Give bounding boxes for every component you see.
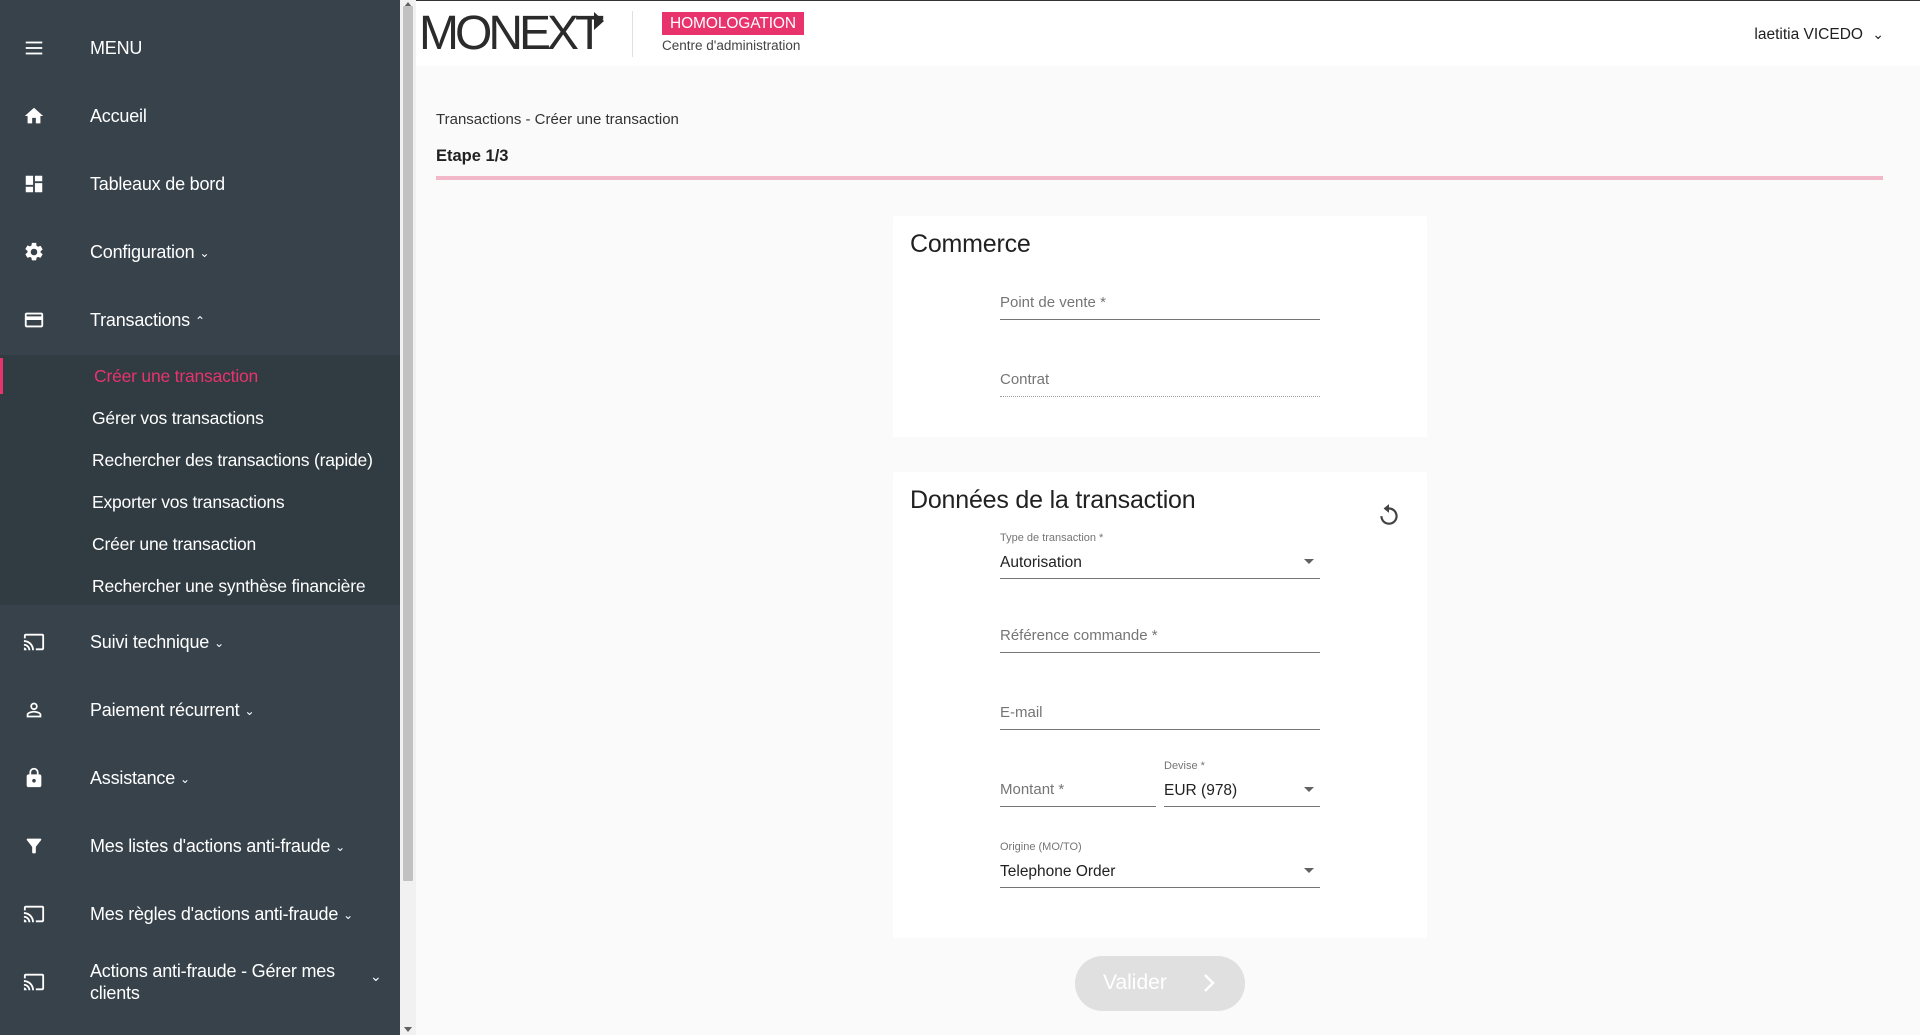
sidebar-subitem-creer-transaction[interactable]: Créer une transaction	[94, 366, 258, 387]
sidebar-item-label: Suivi technique ⌄	[90, 631, 224, 652]
chevron-down-icon: ⌄	[1872, 26, 1884, 43]
top-header: MONEXT HOMOLOGATION Centre d'administrat…	[416, 0, 1920, 66]
sidebar: MENU Accueil Tableaux de bord Configurat…	[0, 0, 400, 1035]
reference-commande-field[interactable]: Référence commande *	[1000, 613, 1320, 653]
email-field[interactable]: E-mail	[1000, 690, 1320, 730]
sidebar-subitem-rechercher-transactions[interactable]: Rechercher des transactions (rapide)	[92, 450, 373, 471]
sidebar-item-label: Configuration ⌄	[90, 241, 210, 262]
commerce-title: Commerce	[910, 230, 1031, 258]
gear-icon	[22, 240, 46, 264]
devise-value: EUR (978)	[1164, 782, 1238, 799]
contrat-placeholder: Contrat	[1000, 371, 1050, 388]
lock-icon	[22, 766, 46, 790]
point-de-vente-placeholder: Point de vente *	[1000, 294, 1106, 311]
sidebar-item-transactions[interactable]: Transactions ⌃	[0, 308, 400, 332]
sidebar-item-label: Tableaux de bord	[90, 173, 225, 194]
chevron-down-icon: ⌄	[335, 839, 346, 854]
origine-label: Origine (MO/TO)	[1000, 841, 1082, 853]
user-menu[interactable]: laetitia VICEDO ⌄	[1754, 26, 1884, 44]
sidebar-item-assistance[interactable]: Assistance ⌄	[0, 766, 400, 790]
environment-badge: HOMOLOGATION	[662, 12, 804, 35]
contrat-field[interactable]: Contrat	[1000, 357, 1320, 397]
person-icon	[22, 698, 46, 722]
type-transaction-value: Autorisation	[1000, 554, 1082, 571]
sidebar-item-configuration[interactable]: Configuration ⌄	[0, 240, 400, 264]
valider-button-label: Valider	[1103, 971, 1167, 994]
chevron-down-icon: ⌄	[180, 771, 190, 786]
valider-button[interactable]: Valider	[1075, 956, 1245, 1011]
dropdown-arrow-icon	[1304, 559, 1314, 564]
logo-arrow-icon	[594, 12, 604, 30]
transactions-submenu	[0, 355, 400, 605]
origine-value: Telephone Order	[1000, 863, 1116, 880]
sidebar-item-accueil[interactable]: Accueil	[0, 104, 400, 128]
devise-label: Devise *	[1164, 760, 1205, 772]
devise-select[interactable]: Devise * EUR (978)	[1164, 760, 1320, 807]
hamburger-menu-icon[interactable]	[22, 36, 46, 60]
sidebar-item-label: Paiement récurrent ⌄	[90, 699, 255, 720]
chevron-right-icon	[1199, 972, 1219, 994]
breadcrumb: Transactions - Créer une transaction	[436, 111, 679, 128]
sidebar-subitem-synthese-financiere[interactable]: Rechercher une synthèse financière	[92, 576, 366, 597]
chevron-down-icon: ⌄	[244, 703, 255, 718]
dropdown-arrow-icon	[1304, 868, 1314, 873]
cast-icon	[22, 630, 46, 654]
step-progress-bar	[436, 176, 1883, 180]
email-placeholder: E-mail	[1000, 704, 1043, 721]
chevron-down-icon: ⌄	[343, 907, 354, 922]
point-de-vente-field[interactable]: Point de vente *	[1000, 280, 1320, 320]
chevron-down-icon: ⌄	[214, 635, 224, 650]
sidebar-item-label: Transactions ⌃	[90, 309, 205, 330]
origine-select[interactable]: Origine (MO/TO) Telephone Order	[1000, 841, 1320, 888]
montant-placeholder: Montant *	[1000, 781, 1065, 798]
sidebar-item-label: Mes règles d'actions anti-fraude ⌄	[90, 903, 354, 924]
sidebar-subitem-gerer-transactions[interactable]: Gérer vos transactions	[92, 408, 264, 429]
chevron-down-icon: ⌄	[370, 968, 382, 984]
filter-icon	[22, 834, 46, 858]
transaction-data-title: Données de la transaction	[910, 486, 1196, 514]
dashboard-icon	[22, 172, 46, 196]
sidebar-item-listes-anti-fraude[interactable]: Mes listes d'actions anti-fraude ⌄	[0, 834, 400, 858]
sidebar-item-label: Mes listes d'actions anti-fraude ⌄	[90, 835, 346, 856]
step-label: Etape 1/3	[436, 147, 509, 165]
reference-commande-placeholder: Référence commande *	[1000, 627, 1158, 644]
menu-label: MENU	[90, 37, 143, 58]
scroll-down-arrow-icon[interactable]	[404, 1027, 412, 1032]
home-icon	[22, 104, 46, 128]
sidebar-item-label: Assistance ⌄	[90, 767, 190, 788]
type-transaction-select[interactable]: Type de transaction * Autorisation	[1000, 532, 1320, 579]
sidebar-item-paiement-recurrent[interactable]: Paiement récurrent ⌄	[0, 698, 400, 722]
commerce-card: Commerce Point de vente * Contrat	[893, 216, 1427, 437]
user-name: laetitia VICEDO	[1754, 26, 1863, 43]
sidebar-subitem-exporter-transactions[interactable]: Exporter vos transactions	[92, 492, 285, 513]
cast-icon	[22, 902, 46, 926]
montant-field[interactable]: Montant *	[1000, 767, 1156, 807]
sidebar-item-tableaux-de-bord[interactable]: Tableaux de bord	[0, 172, 400, 196]
sidebar-item-gerer-clients[interactable]: Actions anti-fraude - Gérer mes clients …	[0, 961, 400, 1003]
monext-logo: MONEXT	[419, 7, 604, 60]
header-divider	[632, 11, 633, 57]
cast-icon	[22, 970, 46, 994]
refresh-icon[interactable]	[1376, 502, 1402, 528]
chevron-up-icon: ⌃	[194, 313, 205, 328]
dropdown-arrow-icon	[1304, 787, 1314, 792]
active-indicator	[0, 358, 3, 394]
credit-card-icon	[22, 308, 46, 332]
sidebar-scrollbar[interactable]	[400, 0, 416, 1035]
sidebar-item-suivi-technique[interactable]: Suivi technique ⌄	[0, 630, 400, 654]
menu-toggle[interactable]: MENU	[0, 36, 400, 60]
sidebar-item-label: Accueil	[90, 105, 147, 126]
chevron-down-icon: ⌄	[199, 245, 210, 260]
admin-center-label: Centre d'administration	[662, 38, 801, 53]
sidebar-item-regles-anti-fraude[interactable]: Mes règles d'actions anti-fraude ⌄	[0, 902, 400, 926]
sidebar-item-label: Actions anti-fraude - Gérer mes clients	[90, 961, 335, 1003]
scrollbar-thumb[interactable]	[403, 6, 413, 881]
transaction-data-card: Données de la transaction Type de transa…	[893, 472, 1427, 938]
type-transaction-label: Type de transaction *	[1000, 532, 1104, 544]
sidebar-subitem-creer-transaction-2[interactable]: Créer une transaction	[92, 534, 256, 555]
